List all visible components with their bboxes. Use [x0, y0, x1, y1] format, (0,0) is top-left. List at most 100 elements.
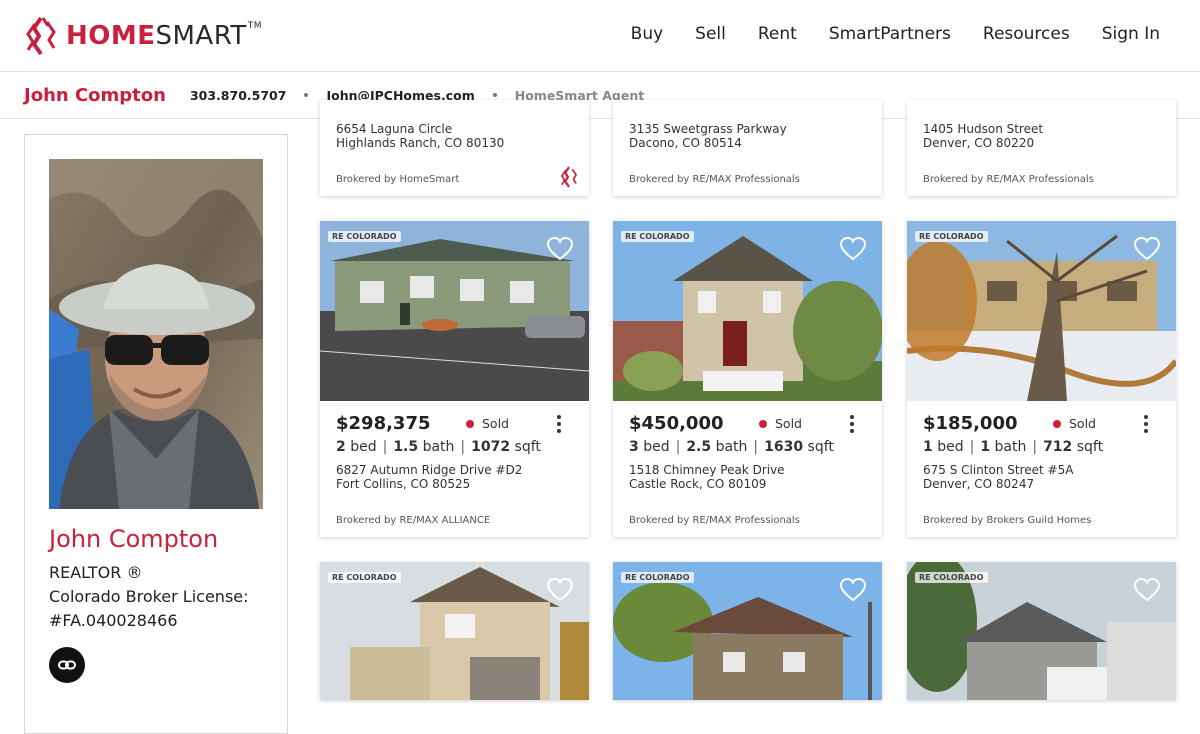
- listing-address: 6654 Laguna Circle Highlands Ranch, CO 8…: [336, 122, 504, 150]
- listing-photo[interactable]: RE COLORADO: [320, 562, 589, 700]
- listing-address: 675 S Clinton Street #5A Denver, CO 8024…: [923, 463, 1073, 491]
- nav-buy[interactable]: Buy: [631, 24, 664, 44]
- address-line1: 6827 Autumn Ridge Drive #D2: [336, 463, 523, 477]
- status-text: Sold: [1069, 416, 1096, 431]
- nav-rent[interactable]: Rent: [758, 24, 797, 44]
- favorite-heart-icon[interactable]: [1134, 237, 1160, 261]
- listing-broker: Brokered by HomeSmart: [336, 174, 460, 185]
- sqft-count: 1072: [471, 439, 511, 455]
- sqft-label: sqft: [1076, 439, 1104, 455]
- main-menu: Buy Sell Rent SmartPartners Resources Si…: [631, 24, 1160, 44]
- license-label: Colorado Broker License:: [49, 587, 249, 606]
- listing-broker: Brokered by RE/MAX Professionals: [629, 515, 800, 526]
- share-link-button[interactable]: [49, 647, 85, 683]
- sqft-count: 712: [1043, 439, 1073, 455]
- address-line1: 675 S Clinton Street #5A: [923, 463, 1074, 477]
- listing-card[interactable]: RE COLORADO: [320, 562, 589, 700]
- listing-status: Sold: [1053, 416, 1096, 431]
- address-line1: 1518 Chimney Peak Drive: [629, 463, 785, 477]
- more-options-icon[interactable]: [549, 414, 569, 434]
- listing-specs: 1 bed | 1 bath | 712 sqft: [923, 439, 1104, 455]
- agent-bar-name[interactable]: John Compton: [24, 85, 166, 106]
- beds-label: bed: [350, 439, 377, 455]
- listing-card[interactable]: 1405 Hudson Street Denver, CO 80220 Brok…: [907, 100, 1176, 196]
- link-icon: [58, 660, 76, 670]
- nav-sell[interactable]: Sell: [695, 24, 726, 44]
- logo-wordmark: HOMESMARTTM: [66, 21, 262, 51]
- baths-count: 2.5: [686, 439, 712, 455]
- sqft-label: sqft: [807, 439, 834, 455]
- profile-credentials: REALTOR ® Colorado Broker License: #FA.0…: [49, 561, 269, 633]
- listing-card[interactable]: RE COLORADO: [613, 562, 882, 700]
- sqft-label: sqft: [514, 439, 541, 455]
- listing-address: 1405 Hudson Street Denver, CO 80220: [923, 122, 1043, 150]
- more-options-icon[interactable]: [1136, 414, 1156, 434]
- listing-broker: Brokered by RE/MAX Professionals: [923, 174, 1094, 185]
- separator-dot: [492, 93, 497, 97]
- favorite-heart-icon[interactable]: [547, 237, 573, 261]
- listing-price: $185,000: [923, 413, 1018, 434]
- mls-badge: RE COLORADO: [328, 231, 401, 242]
- baths-count: 1.5: [393, 439, 419, 455]
- listing-photo[interactable]: RE COLORADO: [907, 562, 1176, 700]
- logo-home-text: HOME: [66, 21, 156, 51]
- address-line2: Castle Rock, CO 80109: [629, 477, 767, 491]
- logo-tm: TM: [247, 21, 263, 31]
- listing-price: $298,375: [336, 413, 431, 434]
- separator-dot: [304, 93, 309, 97]
- baths-count: 1: [980, 439, 991, 455]
- nav-resources[interactable]: Resources: [983, 24, 1070, 44]
- listing-price: $450,000: [629, 413, 724, 434]
- top-navigation: HOMESMARTTM Buy Sell Rent SmartPartners …: [0, 0, 1200, 72]
- mls-badge: RE COLORADO: [915, 572, 988, 583]
- listing-photo[interactable]: RE COLORADO: [613, 562, 882, 700]
- sold-dot: [466, 419, 474, 428]
- favorite-heart-icon[interactable]: [840, 237, 866, 261]
- listing-broker: Brokered by RE/MAX ALLIANCE: [336, 515, 491, 526]
- listing-card[interactable]: RE COLORADO $450,000 Sold 3 bed | 2.5 bath…: [613, 221, 882, 537]
- agent-portrait-illustration: [49, 159, 263, 509]
- listing-card[interactable]: RE COLORADO: [907, 562, 1176, 700]
- mls-badge: RE COLORADO: [621, 231, 694, 242]
- homesmart-logo[interactable]: HOMESMARTTM: [24, 16, 262, 56]
- listing-status: Sold: [759, 416, 802, 431]
- address-line1: 6654 Laguna Circle: [336, 122, 453, 136]
- agent-phone[interactable]: 303.870.5707: [190, 88, 286, 103]
- address-line2: Dacono, CO 80514: [629, 136, 742, 150]
- listing-photo[interactable]: RE COLORADO: [613, 221, 882, 401]
- status-text: Sold: [775, 416, 802, 431]
- address-line1: 1405 Hudson Street: [923, 122, 1044, 136]
- logo-smart-text: SMART: [155, 21, 247, 51]
- address-line2: Highlands Ranch, CO 80130: [336, 136, 505, 150]
- favorite-heart-icon[interactable]: [1134, 578, 1160, 602]
- address-line2: Denver, CO 80247: [923, 477, 1035, 491]
- profile-title: REALTOR ®: [49, 563, 143, 582]
- listing-card[interactable]: 3135 Sweetgrass Parkway Dacono, CO 80514…: [613, 100, 882, 196]
- nav-smartpartners[interactable]: SmartPartners: [829, 24, 951, 44]
- sold-dot: [1053, 419, 1061, 428]
- beds-count: 2: [336, 439, 346, 455]
- profile-name: John Compton: [49, 525, 219, 553]
- baths-label: bath: [715, 439, 748, 455]
- listing-card[interactable]: RE COLORADO $185,000 Sold 1 bed | 1 bath | 7…: [907, 221, 1176, 537]
- listing-broker: Brokered by Brokers Guild Homes: [923, 515, 1092, 526]
- homesmart-mark-icon: [26, 16, 56, 56]
- favorite-heart-icon[interactable]: [840, 578, 866, 602]
- listing-specs: 2 bed | 1.5 bath | 1072 sqft: [336, 439, 541, 455]
- listing-broker: Brokered by RE/MAX Professionals: [629, 174, 800, 185]
- listing-card[interactable]: 6654 Laguna Circle Highlands Ranch, CO 8…: [320, 100, 589, 196]
- beds-label: bed: [937, 439, 964, 455]
- address-line1: 3135 Sweetgrass Parkway: [629, 122, 787, 136]
- nav-sign-in[interactable]: Sign In: [1102, 24, 1160, 44]
- favorite-heart-icon[interactable]: [547, 578, 573, 602]
- homesmart-mark-icon: [560, 166, 578, 188]
- more-options-icon[interactable]: [842, 414, 862, 434]
- license-number: #FA.040028466: [49, 611, 178, 630]
- address-line2: Fort Collins, CO 80525: [336, 477, 471, 491]
- sold-dot: [759, 419, 767, 428]
- listing-specs: 3 bed | 2.5 bath | 1630 sqft: [629, 439, 834, 455]
- listing-photo[interactable]: RE COLORADO: [907, 221, 1176, 401]
- listing-card[interactable]: RE COLORADO $298,375 Sold 2 bed | 1.5 bath…: [320, 221, 589, 537]
- address-line2: Denver, CO 80220: [923, 136, 1035, 150]
- listing-photo[interactable]: RE COLORADO: [320, 221, 589, 401]
